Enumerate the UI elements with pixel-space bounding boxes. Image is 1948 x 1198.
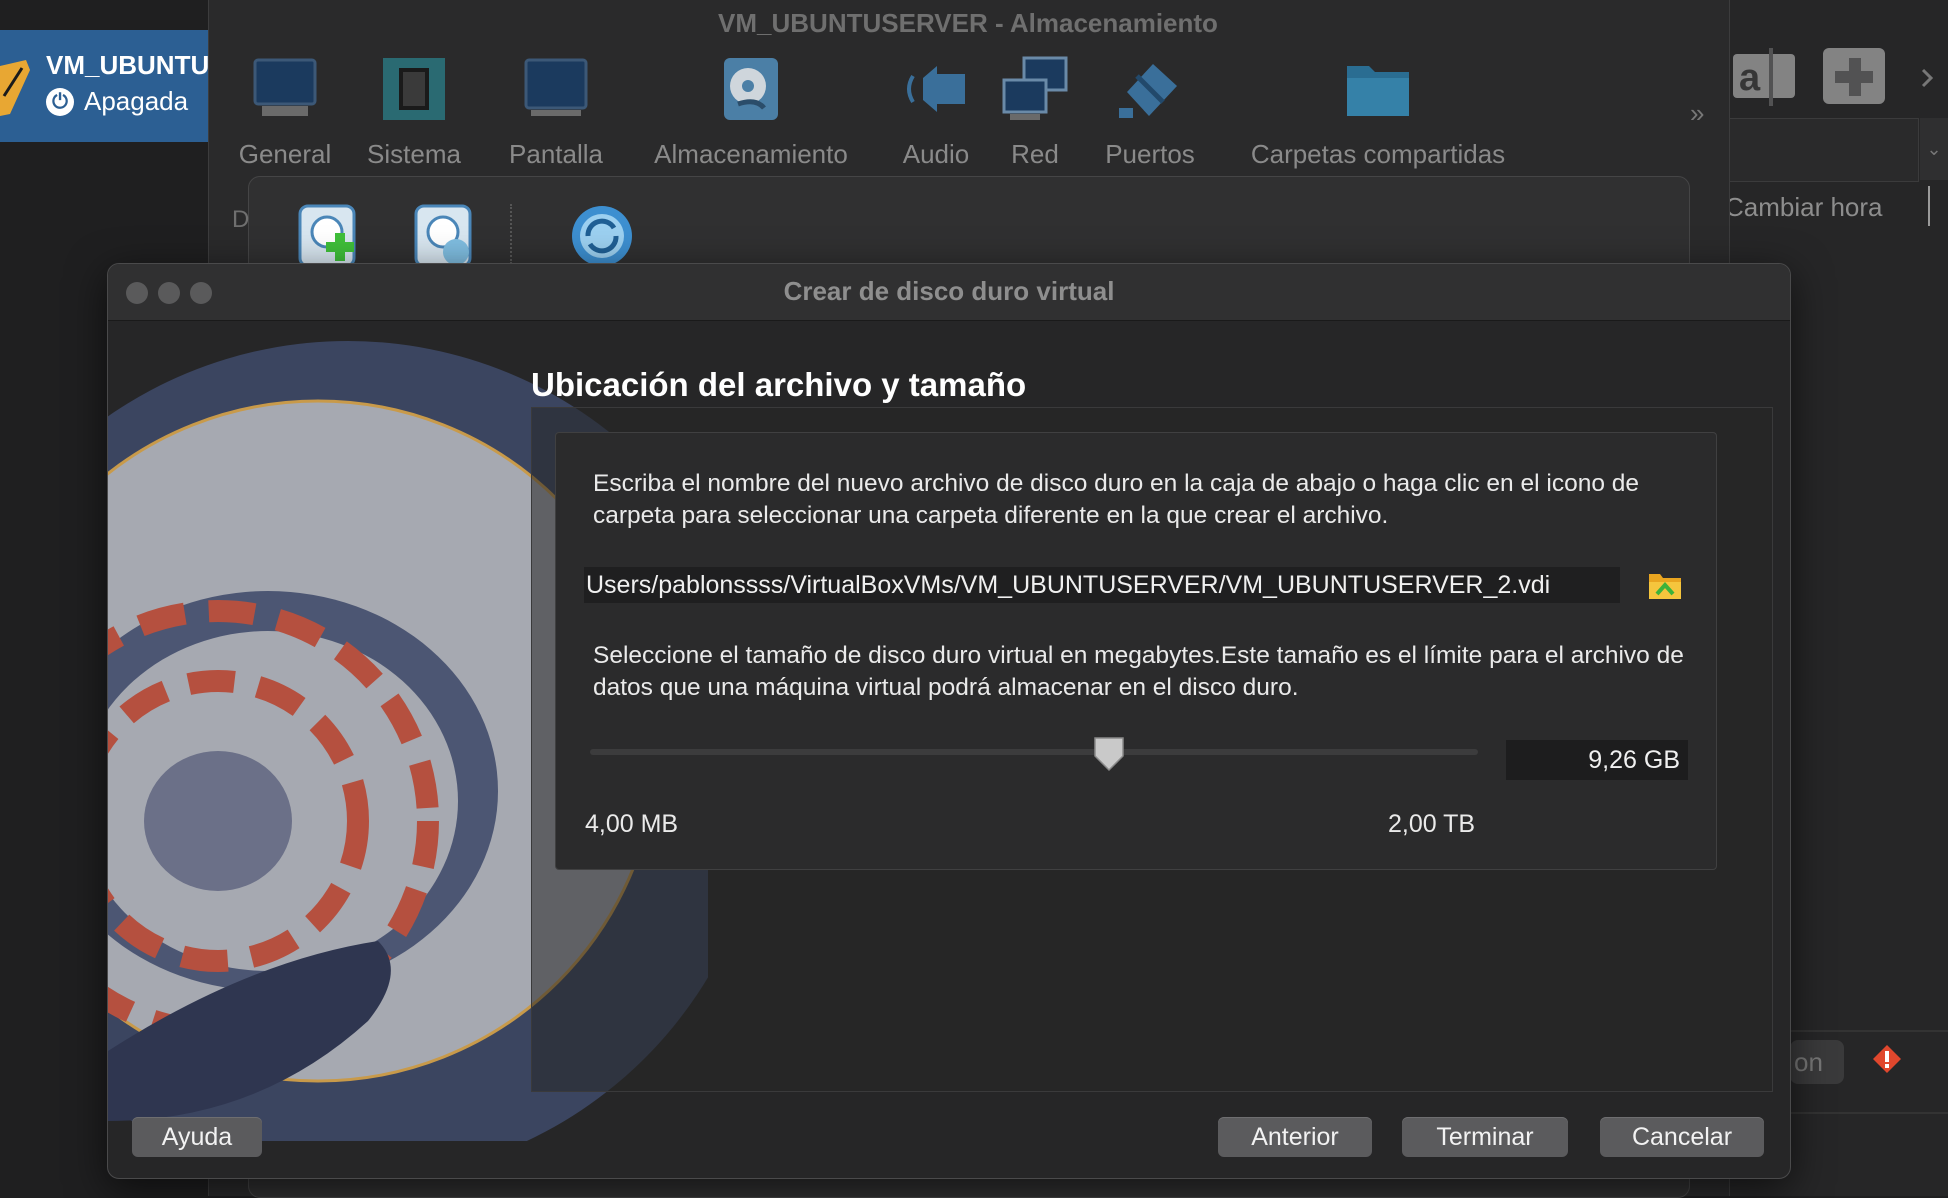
finish-button[interactable]: Terminar: [1402, 1117, 1568, 1157]
network-icon: [1002, 56, 1068, 120]
toolbar-separator: [510, 204, 512, 264]
tab-general[interactable]: General: [222, 56, 348, 170]
dialog-title: Crear de disco duro virtual: [783, 276, 1115, 306]
tab-carpetas-compartidas[interactable]: Carpetas compartidas: [1240, 56, 1516, 170]
monitor-icon: [253, 58, 317, 116]
dialog-titlebar: Crear de disco duro virtual: [108, 264, 1790, 321]
tab-red[interactable]: Red: [995, 56, 1075, 170]
details-field[interactable]: [1725, 118, 1919, 182]
tab-puertos[interactable]: Puertos: [1100, 56, 1200, 170]
right-toolbar-icons: a: [1733, 48, 1934, 106]
chip-icon: [383, 58, 445, 120]
help-button[interactable]: Ayuda: [132, 1117, 262, 1157]
tab-audio-label: Audio: [902, 139, 970, 169]
tab-almacenamiento-label: Almacenamiento: [654, 139, 848, 169]
partial-label: D: [232, 206, 250, 233]
size-input[interactable]: [1506, 740, 1688, 780]
svg-text:a: a: [1739, 57, 1761, 99]
tab-general-label: General: [238, 139, 332, 169]
toolbar-overflow-icon[interactable]: »: [1690, 98, 1704, 129]
cancel-button[interactable]: Cancelar: [1600, 1117, 1764, 1157]
storage-toolbar: [298, 204, 632, 268]
vm-status-label: Apagada: [84, 86, 189, 116]
disk-icon: [724, 58, 778, 120]
slider-min-label: 4,00 MB: [585, 810, 679, 838]
tab-carpetas-compartidas-label: Carpetas compartidas: [1250, 139, 1506, 169]
size-description: Seleccione el tamaño de disco duro virtu…: [593, 642, 1684, 701]
tab-almacenamiento[interactable]: Almacenamiento: [646, 56, 856, 170]
text-cursor: [1928, 186, 1930, 226]
add-icon: [1823, 48, 1885, 104]
slider-max-label: 2,00 TB: [1388, 810, 1476, 838]
tab-pantalla-label: Pantalla: [509, 139, 603, 169]
power-icon: ⏻: [46, 87, 74, 116]
vm-os-icon: [0, 60, 30, 116]
file-path-input[interactable]: [584, 567, 1620, 603]
partial-button[interactable]: on: [1790, 1040, 1844, 1084]
folder-icon: [1347, 66, 1409, 116]
tab-sistema-label: Sistema: [367, 139, 461, 169]
warning-icon[interactable]: [1872, 1044, 1902, 1074]
settings-window-title: VM_UBUNTUSERVER - Almacenamiento: [718, 8, 1218, 38]
location-description: Escriba el nombre del nuevo archivo de d…: [593, 470, 1639, 529]
change-time-label[interactable]: Cambiar hora: [1725, 192, 1883, 223]
page-heading: Ubicación del archivo y tamaño: [531, 366, 1027, 403]
refresh-icon: [572, 206, 632, 266]
tab-audio[interactable]: Audio: [888, 56, 984, 170]
rename-icon: a: [1733, 48, 1795, 106]
tab-red-label: Red: [1011, 139, 1059, 169]
folder-icon[interactable]: [1648, 570, 1682, 600]
vm-status: ⏻ Apagada: [46, 86, 188, 117]
display-icon: [524, 58, 588, 116]
size-slider-track[interactable]: [590, 749, 1478, 755]
ports-icon: [1119, 64, 1177, 118]
vm-name: VM_UBUNTU: [46, 50, 210, 80]
create-disk-dialog: Crear de disco duro virtual Ubicación de…: [107, 263, 1791, 1179]
tab-puertos-label: Puertos: [1105, 139, 1195, 169]
chevron-down-icon[interactable]: ⌄: [1920, 118, 1948, 180]
tab-pantalla[interactable]: Pantalla: [500, 56, 612, 170]
back-button[interactable]: Anterior: [1218, 1117, 1372, 1157]
add-optical-icon: [414, 204, 472, 268]
add-disk-icon: [298, 204, 356, 268]
tab-sistema[interactable]: Sistema: [360, 56, 468, 170]
size-slider-thumb[interactable]: [1092, 736, 1126, 772]
speaker-icon: [907, 66, 965, 112]
